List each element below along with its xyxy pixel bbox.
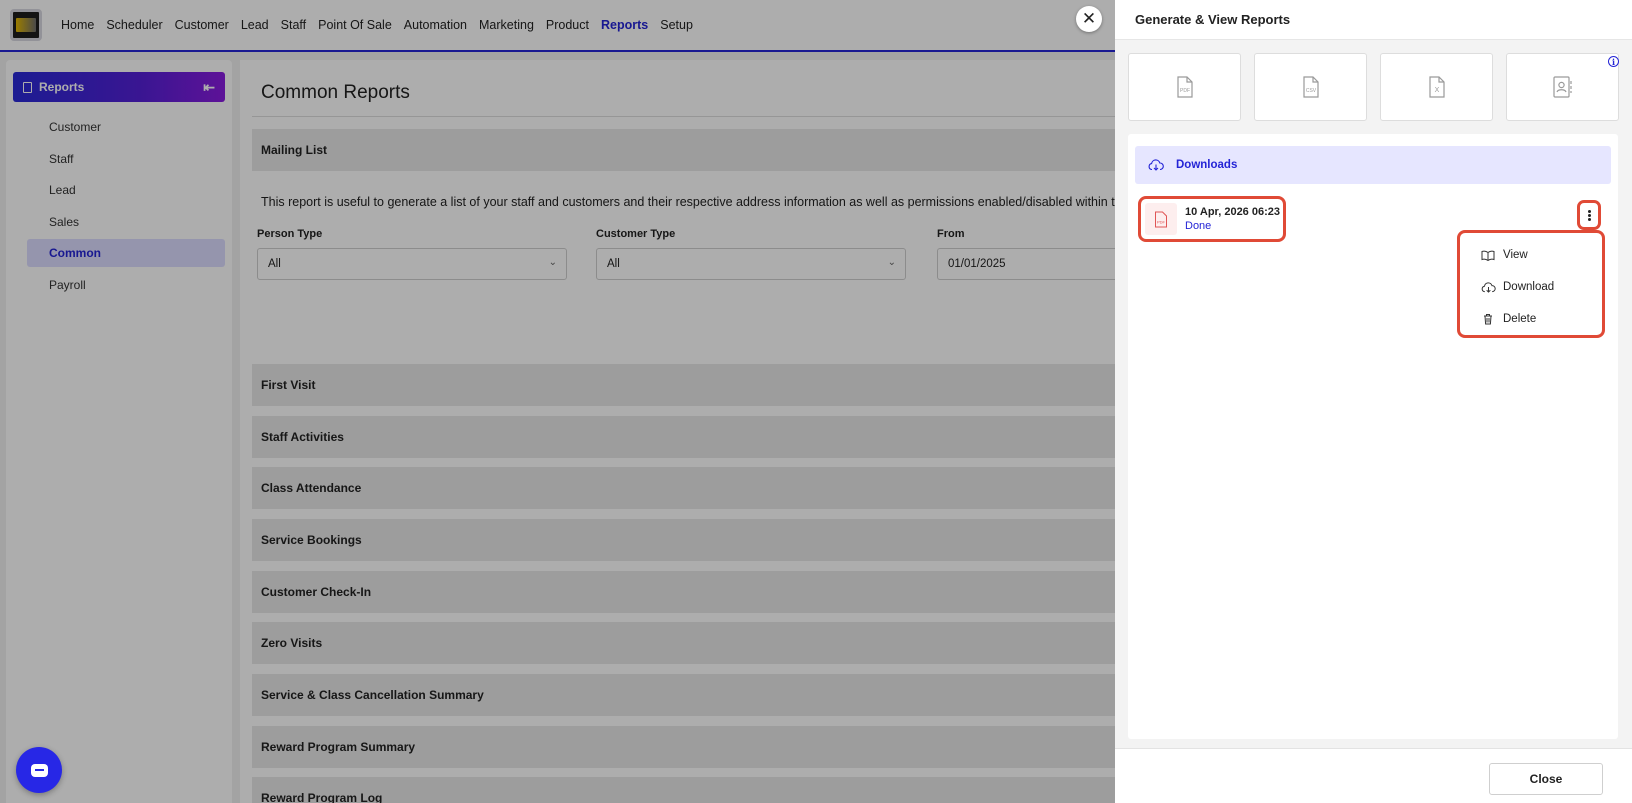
pdf-file-icon: PDF [1145, 203, 1177, 235]
kebab-menu-icon [1587, 213, 1591, 217]
export-excel-button[interactable]: X [1380, 53, 1493, 121]
download-actions-menu: View Download Delete [1457, 230, 1605, 338]
download-timestamp: 10 Apr, 2026 06:23 [1185, 206, 1280, 218]
export-pdf-button[interactable]: PDF [1128, 53, 1241, 121]
cloud-download-icon [1148, 159, 1164, 171]
drawer-footer: Close [1115, 748, 1632, 803]
menu-label-download: Download [1503, 281, 1555, 293]
svg-text:PDF: PDF [1180, 88, 1190, 94]
menu-item-delete[interactable]: Delete [1460, 303, 1602, 335]
chat-support-button[interactable] [16, 747, 62, 793]
export-format-options: PDF CSV X [1128, 53, 1619, 121]
reports-drawer: Generate & View Reports PDF CSV X i Down… [1115, 0, 1632, 803]
cloud-download-icon [1480, 281, 1496, 293]
export-contact-list-button[interactable] [1506, 53, 1619, 121]
download-item[interactable]: PDF 10 Apr, 2026 06:23 Done [1138, 196, 1286, 242]
download-status: Done [1185, 220, 1212, 232]
close-button[interactable]: Close [1489, 763, 1603, 795]
more-options-button[interactable] [1577, 200, 1601, 230]
menu-item-view[interactable]: View [1460, 239, 1602, 271]
chat-icon [30, 763, 48, 777]
trash-icon [1480, 313, 1496, 325]
downloads-header: Downloads [1135, 146, 1611, 184]
menu-item-download[interactable]: Download [1460, 271, 1602, 303]
excel-file-icon: X [1428, 76, 1445, 98]
svg-text:CSV: CSV [1305, 88, 1316, 94]
menu-label-view: View [1503, 249, 1528, 261]
svg-text:X: X [1434, 87, 1439, 94]
modal-backdrop[interactable] [0, 0, 1115, 803]
contact-card-icon [1552, 76, 1572, 98]
book-open-icon [1480, 250, 1496, 261]
svg-text:PDF: PDF [1157, 219, 1166, 224]
menu-label-delete: Delete [1503, 313, 1537, 325]
close-drawer-button[interactable]: ✕ [1076, 6, 1102, 32]
downloads-card: Downloads PDF 10 Apr, 2026 06:23 Done Vi… [1128, 134, 1618, 739]
downloads-label: Downloads [1176, 159, 1238, 171]
export-csv-button[interactable]: CSV [1254, 53, 1367, 121]
csv-file-icon: CSV [1302, 76, 1319, 98]
pdf-file-icon: PDF [1176, 76, 1193, 98]
drawer-title: Generate & View Reports [1115, 0, 1632, 40]
info-icon[interactable]: i [1608, 56, 1619, 67]
